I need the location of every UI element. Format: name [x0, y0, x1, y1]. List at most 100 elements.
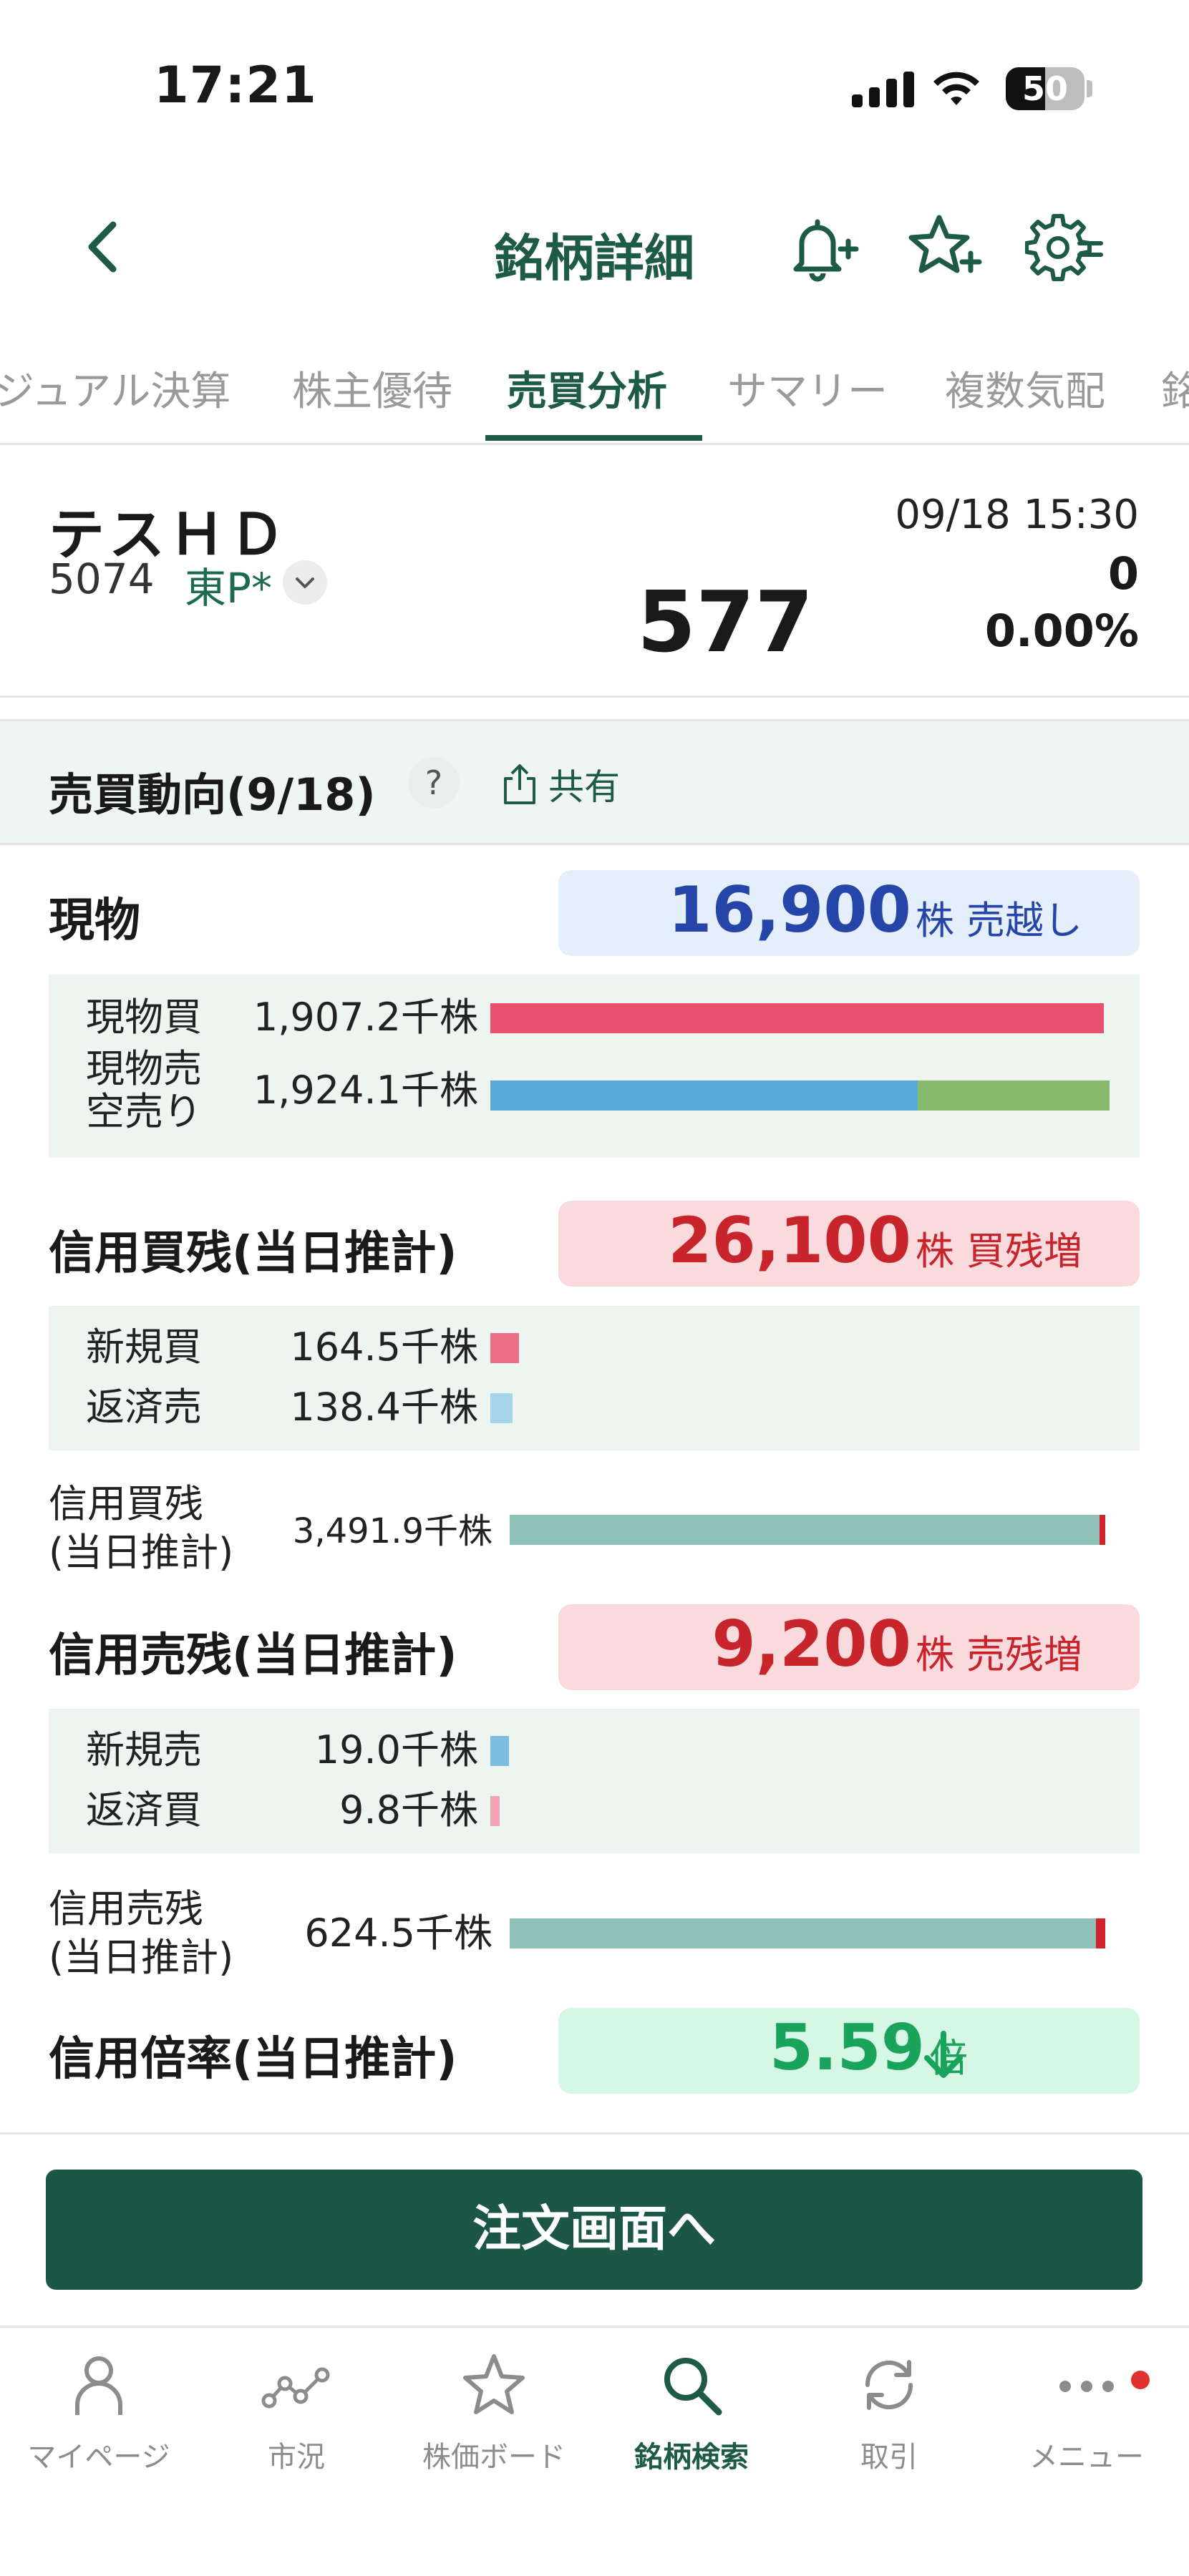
price-change-percent: 0.00%	[984, 605, 1139, 657]
stock-price: 577	[637, 572, 814, 671]
tab-summary[interactable]: サマリー	[727, 364, 888, 442]
spot-sell-value: 1,924.1千株	[253, 1068, 478, 1113]
more-icon	[1059, 2381, 1114, 2392]
margin-buy-value: 26,100	[668, 1204, 911, 1277]
tab-shareholder-benefits[interactable]: 株主優待	[292, 364, 452, 442]
market-chart-icon	[261, 2367, 330, 2409]
margin-sell-value: 9,200	[712, 1607, 911, 1681]
new-sell-value: 19.0千株	[314, 1727, 478, 1772]
short-sell-label: 空売り	[86, 1089, 202, 1134]
person-icon	[75, 2356, 122, 2415]
spot-title: 現物	[49, 894, 140, 947]
new-sell-bar	[490, 1736, 510, 1766]
nav-stock-board-label: 株価ボード	[422, 2441, 566, 2474]
help-button[interactable]: ?	[408, 757, 460, 809]
margin-buy-pill: 26,100 株 買残増	[558, 1201, 1140, 1287]
divider	[0, 2132, 1189, 2135]
margin-buy-balance-value: 3,491.9千株	[292, 1511, 492, 1551]
nav-header: 銘柄詳細	[0, 186, 1189, 308]
margin-buy-title: 信用買残(当日推計)	[49, 1227, 457, 1280]
spot-buy-value: 1,907.2千株	[253, 995, 478, 1040]
spot-buy-bar	[490, 1003, 1104, 1033]
repay-sell-bar	[490, 1393, 513, 1423]
nav-stock-board[interactable]: 株価ボード	[395, 2349, 593, 2507]
tab-trade-analysis[interactable]: 売買分析	[507, 364, 667, 442]
bell-plus-icon[interactable]	[780, 208, 859, 286]
share-label: 共有	[548, 766, 620, 808]
repay-buy-value: 9.8千株	[339, 1787, 478, 1833]
nav-mypage-label: マイページ	[27, 2441, 170, 2474]
star-icon	[463, 2354, 525, 2414]
chevron-down-icon[interactable]	[283, 560, 327, 605]
status-bar: 17:21 50	[0, 0, 1189, 165]
new-sell-label: 新規売	[86, 1727, 202, 1772]
trade-trend-header: 売買動向(9/18) ? 共有	[0, 719, 1189, 845]
notification-badge	[1131, 2371, 1150, 2389]
repay-sell-value: 138.4千株	[290, 1385, 478, 1430]
margin-ratio-value: 5.59	[769, 2011, 925, 2084]
spot-sell-bar	[490, 1080, 918, 1111]
wifi-icon	[933, 72, 979, 105]
margin-buy-detail-box: 新規買 164.5千株 返済売 138.4千株	[49, 1306, 1140, 1450]
nav-trade[interactable]: 取引	[790, 2349, 988, 2507]
margin-ratio-title: 信用倍率(当日推計)	[49, 2033, 457, 2086]
spot-net-value: 16,900	[668, 873, 911, 947]
gear-settings-icon[interactable]	[1025, 208, 1104, 286]
margin-sell-balance-label: 信用売残	[49, 1886, 203, 1931]
nav-menu-label: メニュー	[1029, 2441, 1144, 2474]
repay-buy-bar	[490, 1796, 500, 1826]
stock-header: テスＨＤ 5074 東P* 577 09/18 15:30 0 0.00%	[0, 447, 1189, 698]
margin-sell-title: 信用売残(当日推計)	[49, 1629, 457, 1682]
stock-code: 5074	[49, 555, 155, 603]
margin-sell-increase-mark	[1096, 1918, 1105, 1948]
tab-more[interactable]: 銘	[1161, 364, 1189, 442]
tab-bar: ジュアル決算 株主優待 売買分析 サマリー 複数気配 銘	[0, 358, 1189, 445]
margin-sell-balance-sublabel: (当日推計)	[49, 1935, 234, 1980]
new-buy-bar	[490, 1333, 520, 1363]
spot-net-unit: 株 売越し	[915, 898, 1082, 943]
battery-icon: 50	[1006, 67, 1084, 110]
margin-buy-balance-bar	[510, 1515, 1100, 1545]
repay-sell-label: 返済売	[86, 1385, 202, 1430]
margin-sell-unit: 株 売残増	[915, 1632, 1082, 1677]
bottom-nav: マイページ 市況 株価ボード 銘柄検索 取引 メニュー	[0, 2326, 1189, 2576]
spot-buy-label: 現物買	[86, 995, 202, 1040]
active-tab-indicator	[485, 435, 702, 441]
share-button[interactable]: 共有	[501, 758, 620, 810]
new-buy-label: 新規買	[86, 1324, 202, 1370]
spot-detail-box: 現物買 1,907.2千株 現物売 空売り 1,924.1千株	[49, 975, 1140, 1158]
nav-stock-search-label: 銘柄検索	[634, 2441, 749, 2474]
margin-buy-increase-mark	[1099, 1515, 1105, 1545]
page-title: 銘柄詳細	[494, 229, 694, 288]
margin-ratio-pill: 5.59 倍	[558, 2008, 1140, 2094]
margin-buy-unit: 株 買残増	[915, 1229, 1082, 1274]
nav-market[interactable]: 市況	[198, 2349, 395, 2507]
short-sell-bar	[917, 1080, 1110, 1111]
share-icon	[504, 764, 535, 804]
margin-sell-detail-box: 新規売 19.0千株 返済買 9.8千株	[49, 1709, 1140, 1853]
section-title: 売買動向(9/18)	[49, 769, 376, 821]
spot-sell-label: 現物売	[86, 1046, 202, 1091]
signal-icon	[852, 72, 914, 107]
new-buy-value: 164.5千株	[290, 1324, 478, 1370]
nav-stock-search[interactable]: 銘柄検索	[593, 2349, 790, 2507]
nav-menu[interactable]: メニュー	[988, 2349, 1185, 2507]
battery-level: 50	[1021, 69, 1068, 108]
star-plus-icon[interactable]	[903, 208, 982, 286]
status-time: 17:21	[154, 56, 317, 114]
price-change: 0	[1107, 547, 1139, 600]
nav-mypage[interactable]: マイページ	[0, 2349, 198, 2507]
margin-sell-balance-value: 624.5千株	[304, 1911, 492, 1956]
tab-visual-earnings[interactable]: ジュアル決算	[0, 364, 230, 442]
refresh-icon	[865, 2360, 913, 2410]
margin-sell-pill: 9,200 株 売残増	[558, 1604, 1140, 1690]
tab-multi-quote[interactable]: 複数気配	[945, 364, 1105, 442]
arrow-down-icon	[924, 2031, 963, 2078]
price-datetime: 09/18 15:30	[895, 492, 1139, 538]
back-chevron-icon[interactable]	[72, 215, 136, 279]
nav-market-label: 市況	[268, 2441, 325, 2474]
margin-buy-balance-label: 信用買残	[49, 1481, 203, 1526]
nav-trade-label: 取引	[860, 2441, 918, 2474]
market-selector[interactable]: 東P*	[185, 555, 272, 615]
order-screen-button[interactable]: 注文画面へ	[46, 2170, 1142, 2290]
